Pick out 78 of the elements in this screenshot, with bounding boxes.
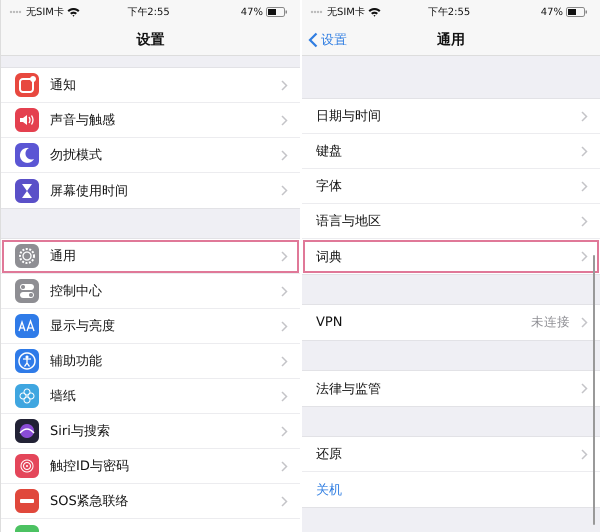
chevron-right-icon — [581, 110, 588, 122]
row-label: 触控ID与密码 — [50, 458, 129, 475]
settings-row[interactable]: 日期与时间 — [302, 99, 600, 134]
chevron-right-icon — [281, 460, 288, 472]
chevron-right-icon — [281, 426, 288, 436]
settings-row[interactable]: VPN 未连接 — [302, 305, 600, 340]
row-label: 键盘 — [316, 143, 342, 160]
row-label: 语言与地区 — [316, 213, 381, 230]
chevron-left-icon — [308, 32, 318, 48]
chevron-right-icon — [281, 496, 288, 506]
carrier-label: 无SIM卡 — [327, 6, 365, 19]
row-label: 勿扰模式 — [50, 147, 102, 164]
back-button[interactable]: 设置 — [308, 31, 347, 49]
row-label: 墙纸 — [50, 388, 76, 405]
settings-row[interactable]: 语言与地区 — [302, 204, 600, 239]
battery-percent: 47% — [240, 6, 263, 18]
chevron-right-icon — [281, 150, 288, 160]
chevron-right-icon — [281, 286, 288, 296]
chevron-right-icon — [281, 114, 288, 126]
row-label: 日期与时间 — [316, 108, 381, 125]
carrier-label: 无SIM卡 — [26, 6, 64, 19]
wifi-icon — [66, 7, 80, 17]
settings-row[interactable]: 显示与亮度 — [1, 309, 300, 344]
battery-percent: 47% — [540, 6, 563, 18]
row-label: 声音与触感 — [50, 112, 115, 129]
row-label: 字体 — [316, 178, 342, 195]
row-label: 关机 — [316, 482, 342, 498]
row-label: 通知 — [50, 77, 76, 94]
signal-icon — [9, 10, 23, 14]
wifi-icon — [368, 7, 381, 17]
settings-row[interactable]: 屏幕使用时间 — [1, 173, 300, 208]
signal-icon — [310, 10, 324, 14]
chevron-right-icon — [581, 251, 588, 262]
chevron-right-icon — [581, 383, 588, 394]
nav-title: 设置 — [136, 30, 164, 48]
settings-row[interactable]: 通知 — [1, 68, 300, 103]
battery-icon — [266, 7, 288, 17]
row-label: 控制中心 — [50, 283, 102, 300]
clock: 下午2:55 — [428, 6, 470, 19]
chevron-right-icon — [581, 146, 588, 156]
settings-row[interactable]: 勿扰模式 — [1, 138, 300, 173]
chevron-right-icon — [281, 320, 288, 332]
settings-row[interactable]: Siri与搜索 — [1, 414, 300, 449]
nav-title: 通用 — [437, 30, 465, 48]
chevron-right-icon — [281, 250, 288, 262]
row-label: VPN — [316, 315, 342, 330]
row-label: SOS紧急联络 — [50, 493, 129, 510]
row-label: 显示与亮度 — [50, 318, 115, 335]
chevron-right-icon — [281, 390, 288, 402]
settings-row[interactable]: SOS紧急联络 — [1, 484, 300, 519]
chevron-right-icon — [581, 180, 588, 192]
chevron-right-icon — [281, 80, 288, 90]
row-value: 未连接 — [531, 314, 570, 331]
chevron-right-icon — [581, 448, 588, 460]
row-label: 还原 — [316, 446, 342, 463]
chevron-right-icon — [581, 317, 588, 328]
clock: 下午2:55 — [127, 6, 170, 19]
battery-icon — [566, 7, 588, 17]
settings-row[interactable]: 键盘 — [302, 134, 600, 169]
row-label: 法律与监管 — [316, 380, 381, 398]
settings-row[interactable]: 法律与监管 — [302, 371, 600, 406]
chevron-right-icon — [281, 356, 288, 366]
row-label: 屏幕使用时间 — [50, 182, 128, 200]
settings-row[interactable]: 墙纸 — [1, 379, 300, 414]
chevron-right-icon — [281, 185, 288, 196]
settings-row[interactable]: 声音与触感 — [1, 103, 300, 138]
chevron-right-icon — [581, 216, 588, 226]
settings-row[interactable]: 字体 — [302, 169, 600, 204]
settings-row[interactable]: 辅助功能 — [1, 344, 300, 379]
settings-row[interactable]: 关机 — [302, 472, 600, 507]
settings-row[interactable]: 通用 — [1, 239, 300, 274]
row-label: Siri与搜索 — [50, 423, 110, 440]
row-label: 辅助功能 — [50, 353, 102, 370]
settings-row[interactable]: 触控ID与密码 — [1, 449, 300, 484]
row-label: 通用 — [50, 248, 76, 265]
settings-row[interactable]: 控制中心 — [1, 274, 300, 309]
row-label: 词典 — [316, 248, 342, 266]
settings-row[interactable]: 词典 — [302, 239, 600, 274]
